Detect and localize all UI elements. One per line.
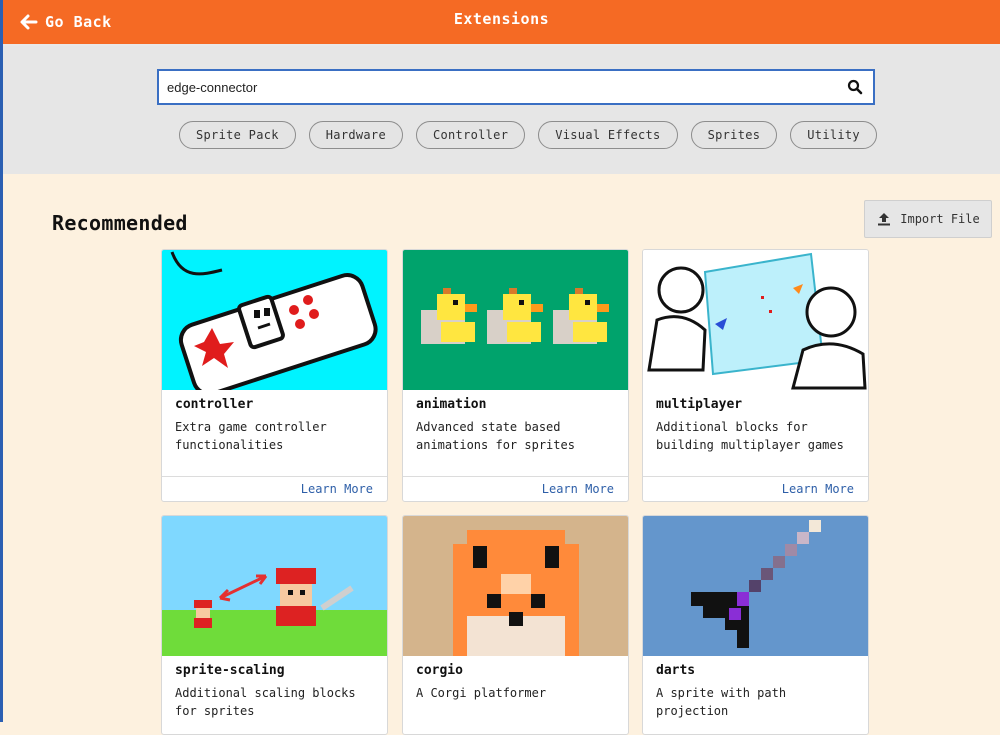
extension-card-controller[interactable]: controller Extra game controller functio… [161,249,388,502]
tag-sprites[interactable]: Sprites [690,121,778,149]
search-input[interactable] [159,70,837,104]
card-name: animation [416,397,487,412]
controller-thumbnail [162,250,387,390]
tag-sprite-pack[interactable]: Sprite Pack [179,121,296,149]
extension-card-multiplayer[interactable]: multiplayer Additional blocks for buildi… [642,249,869,502]
import-file-label: Import File [900,212,980,226]
learn-more-link[interactable]: Learn More [301,482,373,496]
card-name: multiplayer [656,397,743,412]
learn-more-link[interactable]: Learn More [782,482,854,496]
card-name: darts [656,663,696,678]
card-name: controller [175,397,254,412]
card-description: Additional blocks for building multiplay… [656,420,844,452]
darts-thumbnail [643,516,868,656]
card-description: Advanced state based animations for spri… [416,420,575,452]
search-box [157,69,875,105]
tag-controller[interactable]: Controller [415,121,526,149]
tag-utility[interactable]: Utility [790,121,877,149]
multiplayer-thumbnail [643,250,868,390]
card-description: A Corgi platformer [416,686,547,700]
learn-more-link[interactable]: Learn More [542,482,614,496]
tag-visual-effects[interactable]: Visual Effects [538,121,678,149]
card-description: A sprite with path projection [656,686,787,718]
corgio-thumbnail [403,516,628,656]
card-description: Additional scaling blocks for sprites [175,686,356,718]
magnifier-icon [847,79,863,95]
card-name: corgio [416,663,463,678]
extension-card-sprite-scaling[interactable]: sprite-scaling Additional scaling blocks… [161,515,388,735]
search-button[interactable] [837,71,873,103]
card-description: Extra game controller functionalities [175,420,327,452]
app-header: Go Back Extensions [3,0,1000,46]
import-file-button[interactable]: Import File [864,200,992,238]
card-footer: Learn More [162,476,387,501]
card-footer: Learn More [403,476,628,501]
card-footer: Learn More [643,476,868,501]
search-band: Sprite Pack Hardware Controller Visual E… [3,46,1000,174]
animation-thumbnail [403,250,628,390]
upload-icon [878,213,891,226]
section-title: Recommended [52,211,188,235]
card-name: sprite-scaling [175,663,285,678]
tag-hardware[interactable]: Hardware [308,121,403,149]
extension-card-darts[interactable]: darts A sprite with path projection [642,515,869,735]
extension-card-animation[interactable]: animation Advanced state based animation… [402,249,629,502]
extension-card-corgio[interactable]: corgio A Corgi platformer [402,515,629,735]
tag-filter-list: Sprite Pack Hardware Controller Visual E… [179,121,877,149]
sprite-scaling-thumbnail [162,516,387,656]
page-title: Extensions [453,10,550,28]
